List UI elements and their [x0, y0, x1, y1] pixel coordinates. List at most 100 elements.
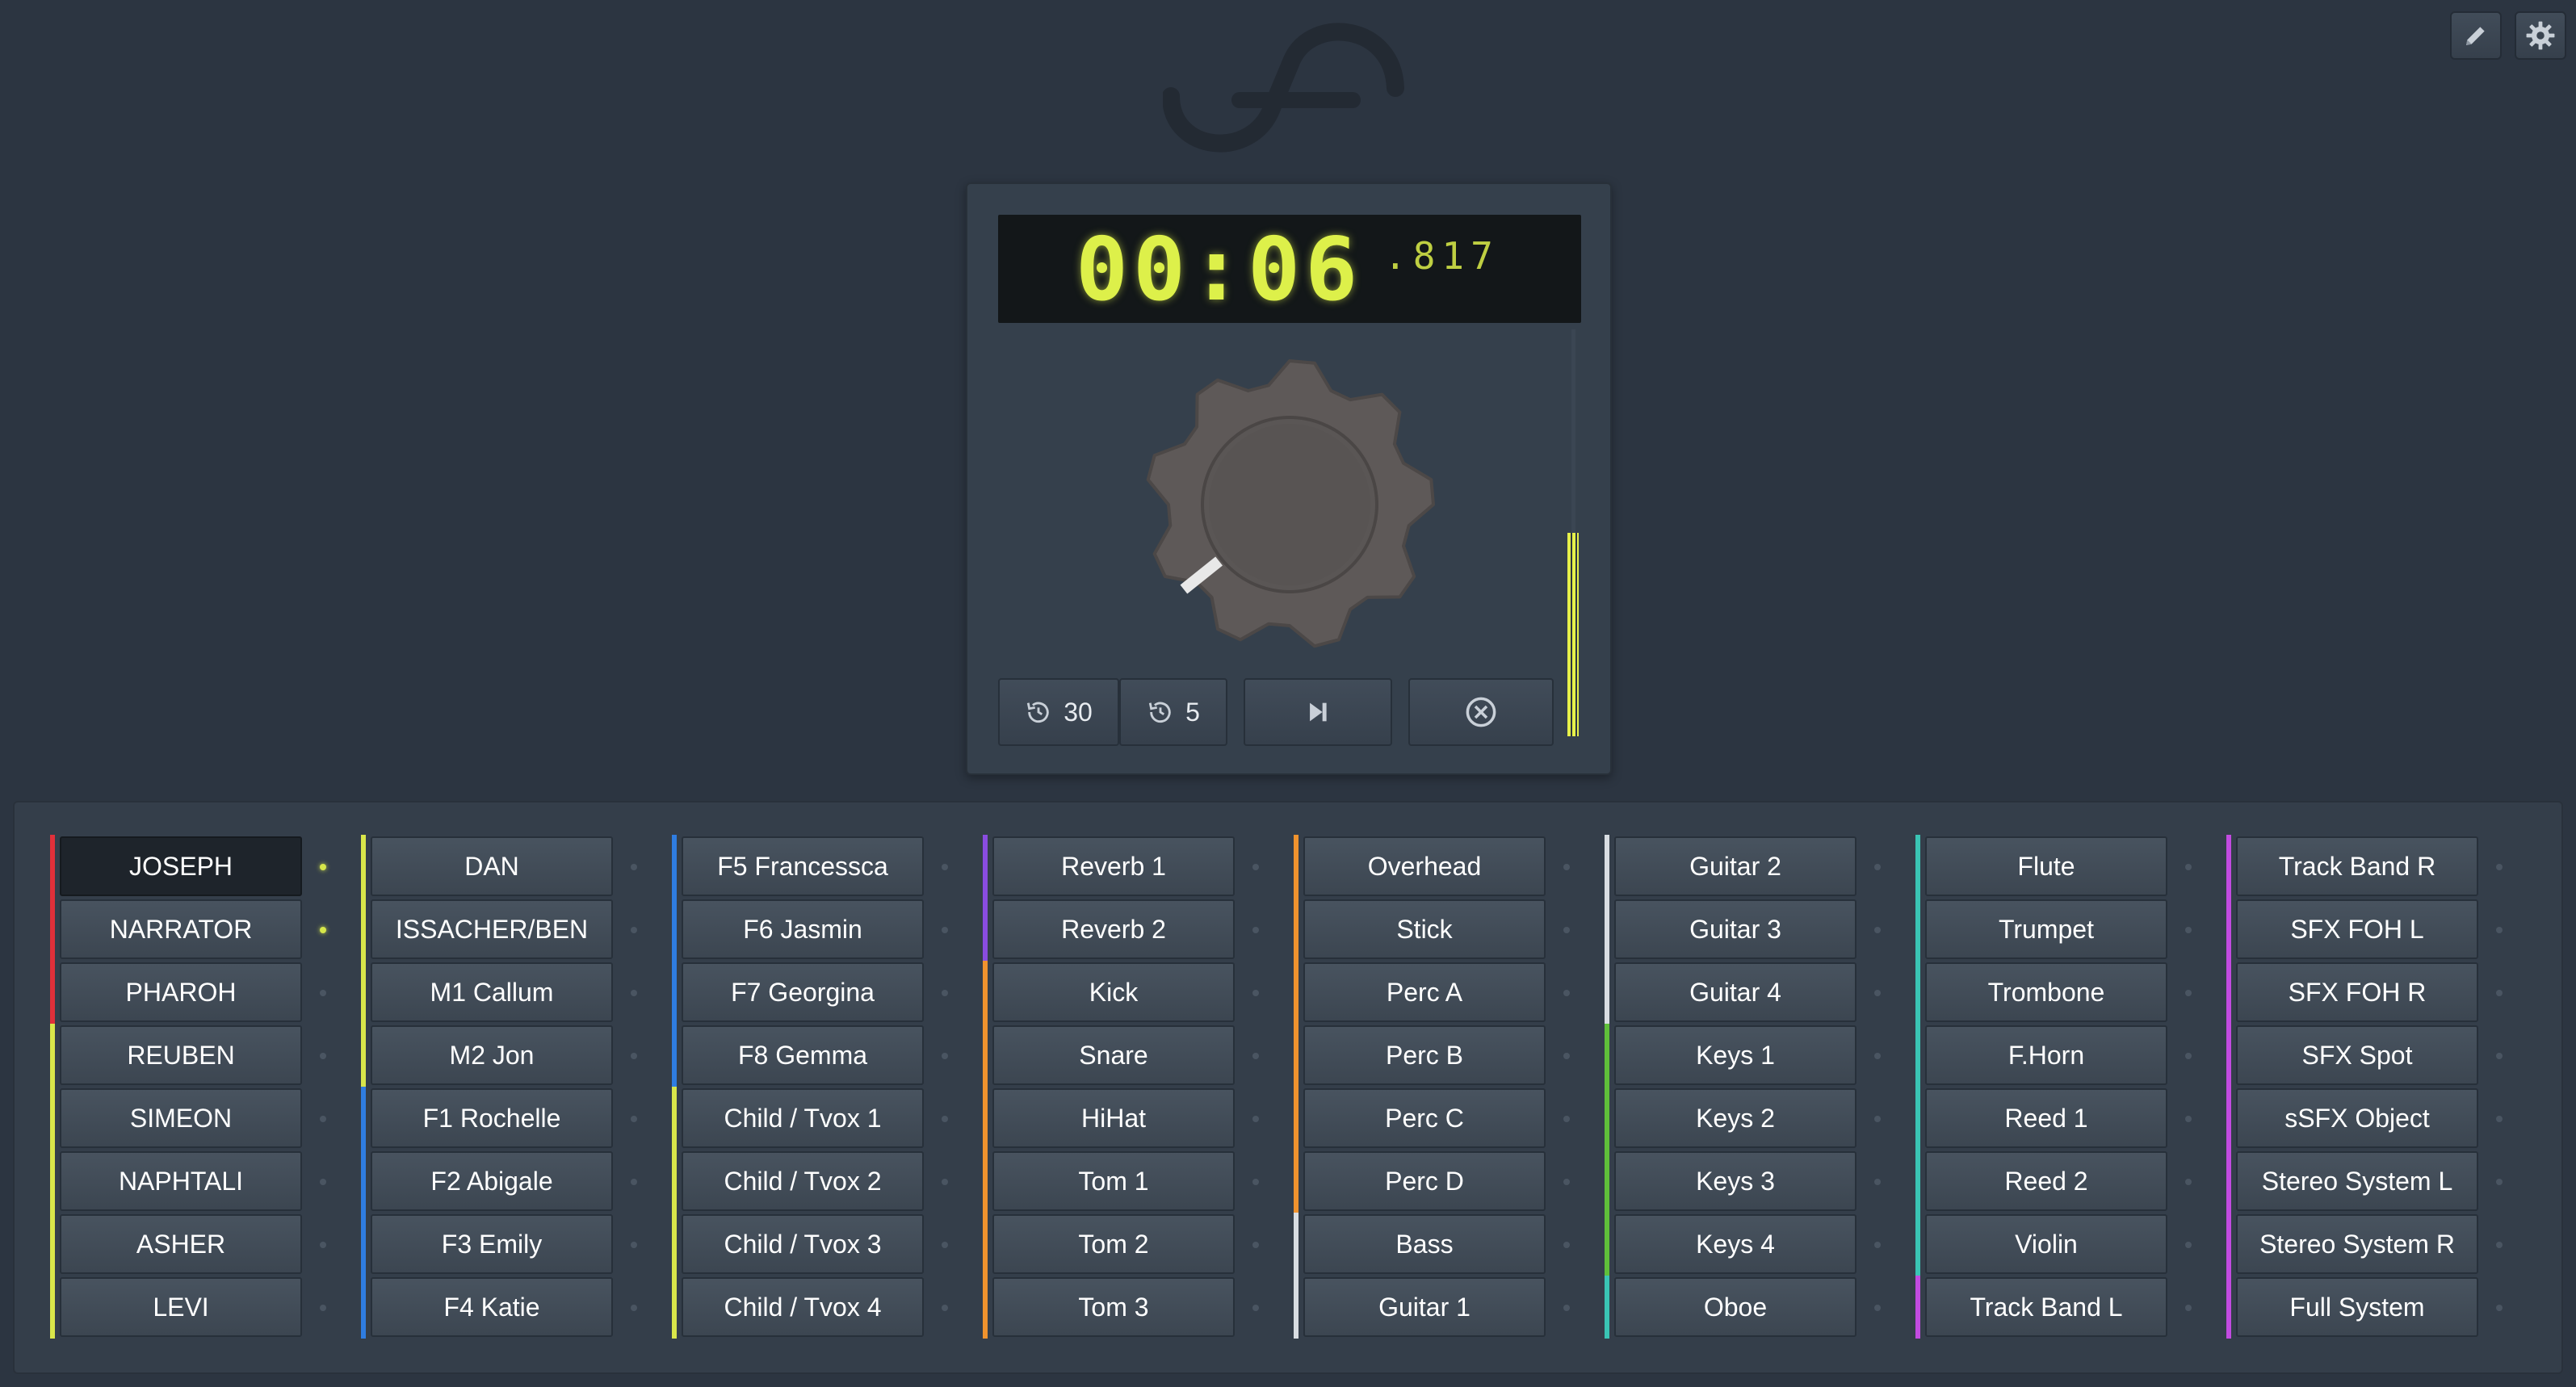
skip-back-30-label: 30	[1064, 697, 1093, 727]
next-button[interactable]	[1244, 678, 1392, 746]
channel-color-stripe	[983, 1150, 988, 1213]
channel-button[interactable]: Violin	[1925, 1214, 2167, 1274]
stop-button[interactable]	[1408, 678, 1554, 746]
channel-color-stripe	[983, 1087, 988, 1150]
channel-activity-dot	[631, 1179, 637, 1185]
volume-knob[interactable]	[1140, 355, 1439, 654]
skip-back-5-label: 5	[1185, 697, 1200, 727]
channel-button[interactable]: Full System	[2236, 1277, 2478, 1337]
channel-button[interactable]: Perc D	[1303, 1151, 1546, 1211]
channel-color-stripe	[361, 1087, 366, 1150]
channel-color-stripe	[361, 835, 366, 898]
channel-button[interactable]: Child / Tvox 4	[682, 1277, 924, 1337]
channel-button[interactable]: Stereo System L	[2236, 1151, 2478, 1211]
channel-activity-dot	[942, 1305, 948, 1311]
channel-activity-dot	[320, 1053, 326, 1059]
channel-button[interactable]: Guitar 1	[1303, 1277, 1546, 1337]
channel-button[interactable]: Keys 3	[1614, 1151, 1856, 1211]
channel-button[interactable]: Tom 1	[992, 1151, 1235, 1211]
skip-back-5-button[interactable]: 5	[1119, 678, 1227, 746]
channel-color-stripe	[1605, 1276, 1609, 1339]
channel-button[interactable]: REUBEN	[60, 1025, 302, 1085]
channel-button[interactable]: Reed 1	[1925, 1088, 2167, 1148]
channel-button[interactable]: NAPHTALI	[60, 1151, 302, 1211]
channel-button[interactable]: PHAROH	[60, 962, 302, 1022]
channel-button[interactable]: Track Band R	[2236, 836, 2478, 896]
channel-button[interactable]: SFX FOH L	[2236, 899, 2478, 959]
channel-activity-dot	[1252, 864, 1259, 870]
channel-button[interactable]: Reverb 2	[992, 899, 1235, 959]
channel-activity-dot	[2185, 864, 2192, 870]
channel-activity-dot	[320, 1116, 326, 1122]
channel-button[interactable]: Oboe	[1614, 1277, 1856, 1337]
channel-button[interactable]: F2 Abigale	[371, 1151, 613, 1211]
channel-button[interactable]: JOSEPH	[60, 836, 302, 896]
channel-activity-dot	[631, 864, 637, 870]
channel-button[interactable]: F3 Emily	[371, 1214, 613, 1274]
channel-button[interactable]: Flute	[1925, 836, 2167, 896]
channel-button[interactable]: M1 Callum	[371, 962, 613, 1022]
channel-button[interactable]: F4 Katie	[371, 1277, 613, 1337]
channel-activity-dot	[320, 864, 326, 870]
channel-button[interactable]: Stick	[1303, 899, 1546, 959]
settings-button[interactable]	[2515, 11, 2566, 60]
channel-button[interactable]: Kick	[992, 962, 1235, 1022]
channel-activity-dot	[942, 864, 948, 870]
channel-button[interactable]: ASHER	[60, 1214, 302, 1274]
channel-button[interactable]: F8 Gemma	[682, 1025, 924, 1085]
channel-button[interactable]: Bass	[1303, 1214, 1546, 1274]
channel-button[interactable]: Perc B	[1303, 1025, 1546, 1085]
channel-button[interactable]: Trombone	[1925, 962, 2167, 1022]
channel-button[interactable]: Guitar 4	[1614, 962, 1856, 1022]
channel-button[interactable]: SFX FOH R	[2236, 962, 2478, 1022]
channel-button[interactable]: Guitar 2	[1614, 836, 1856, 896]
edit-button[interactable]	[2450, 11, 2502, 60]
channel-button[interactable]: Guitar 3	[1614, 899, 1856, 959]
channel-color-stripe	[1294, 1087, 1298, 1150]
channel-button[interactable]: M2 Jon	[371, 1025, 613, 1085]
channel-button[interactable]: DAN	[371, 836, 613, 896]
channel-button[interactable]: F5 Francessca	[682, 836, 924, 896]
channel-button[interactable]: ISSACHER/BEN	[371, 899, 613, 959]
channel-activity-dot	[2185, 1179, 2192, 1185]
channel-button[interactable]: Tom 2	[992, 1214, 1235, 1274]
channel-activity-dot	[1563, 1116, 1570, 1122]
channel-button[interactable]: Reed 2	[1925, 1151, 2167, 1211]
channel-button[interactable]: Child / Tvox 3	[682, 1214, 924, 1274]
channel-button[interactable]: Track Band L	[1925, 1277, 2167, 1337]
channel-button[interactable]: Trumpet	[1925, 899, 2167, 959]
skip-back-30-button[interactable]: 30	[998, 678, 1119, 746]
channel-button[interactable]: Keys 1	[1614, 1025, 1856, 1085]
channel-button[interactable]: F6 Jasmin	[682, 899, 924, 959]
channel-button[interactable]: F.Horn	[1925, 1025, 2167, 1085]
channel-button[interactable]: SIMEON	[60, 1088, 302, 1148]
channel-button[interactable]: Tom 3	[992, 1277, 1235, 1337]
channel-activity-dot	[942, 1053, 948, 1059]
channel-button[interactable]: F1 Rochelle	[371, 1088, 613, 1148]
channel-button[interactable]: Keys 4	[1614, 1214, 1856, 1274]
channel-button[interactable]: F7 Georgina	[682, 962, 924, 1022]
channel-color-stripe	[50, 1276, 55, 1339]
channel-button[interactable]: Snare	[992, 1025, 1235, 1085]
channel-button[interactable]: Keys 2	[1614, 1088, 1856, 1148]
channel-activity-dot	[1874, 1179, 1881, 1185]
channel-button[interactable]: HiHat	[992, 1088, 1235, 1148]
channel-button[interactable]: LEVI	[60, 1277, 302, 1337]
channel-button[interactable]: Overhead	[1303, 836, 1546, 896]
channel-button[interactable]: NARRATOR	[60, 899, 302, 959]
channel-button[interactable]: sSFX Object	[2236, 1088, 2478, 1148]
channel-color-stripe	[1605, 961, 1609, 1024]
channel-button[interactable]: Child / Tvox 2	[682, 1151, 924, 1211]
channel-button[interactable]: Reverb 1	[992, 836, 1235, 896]
channel-button[interactable]: Perc C	[1303, 1088, 1546, 1148]
channel-activity-dot	[2496, 927, 2503, 933]
channel-activity-dot	[1874, 927, 1881, 933]
channel-button[interactable]: SFX Spot	[2236, 1025, 2478, 1085]
channel-button[interactable]: Perc A	[1303, 962, 1546, 1022]
channel-button[interactable]: Stereo System R	[2236, 1214, 2478, 1274]
channel-activity-dot	[1563, 1179, 1570, 1185]
meter-fill	[1567, 533, 1579, 736]
channel-color-stripe	[983, 1213, 988, 1276]
channel-button[interactable]: Child / Tvox 1	[682, 1088, 924, 1148]
channel-color-stripe	[672, 961, 677, 1024]
